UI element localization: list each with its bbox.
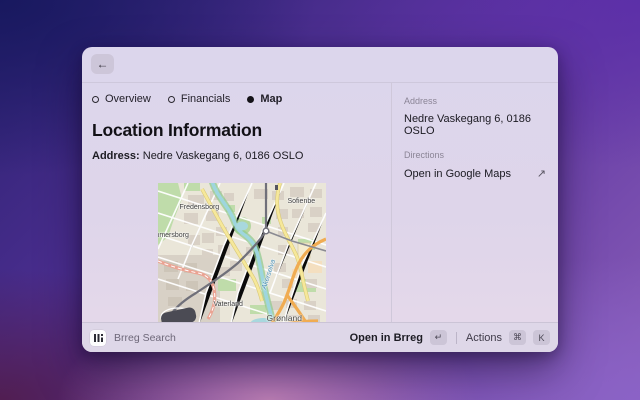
app-chip: Brreg Search bbox=[90, 330, 176, 346]
app-name: Brreg Search bbox=[114, 332, 176, 344]
tab-label: Financials bbox=[181, 93, 231, 105]
address-value: Nedre Vaskegang 6, 0186 OSLO bbox=[143, 150, 304, 162]
back-arrow-icon: ← bbox=[97, 57, 109, 71]
tab-financials[interactable]: Financials bbox=[168, 93, 231, 105]
tab-map[interactable]: Map bbox=[247, 93, 282, 105]
address-label: Address: bbox=[92, 150, 140, 162]
main-panel: Overview Financials Map Location Informa… bbox=[82, 83, 391, 322]
radio-unselected-icon bbox=[168, 96, 175, 103]
sidebar-directions-label: Directions bbox=[404, 150, 546, 160]
footer-actions: Open in Brreg ↵ Actions ⌘ K bbox=[350, 330, 550, 345]
map-label-hammersborg: mmersborg bbox=[158, 232, 189, 239]
map-image: Fredensborg mmersborg Sofienbe Vaterland… bbox=[158, 183, 326, 328]
actions-label: Actions bbox=[466, 332, 502, 344]
open-in-google-maps-link[interactable]: Open in Google Maps ↗ bbox=[404, 167, 546, 180]
primary-action-button[interactable]: Open in Brreg ↵ bbox=[350, 330, 447, 345]
brreg-app-icon bbox=[90, 330, 106, 346]
radio-selected-icon bbox=[247, 96, 254, 103]
metadata-sidebar: Address Nedre Vaskegang 6, 0186 OSLO Dir… bbox=[391, 83, 558, 322]
footer-separator bbox=[456, 332, 457, 344]
tab-overview[interactable]: Overview bbox=[92, 93, 151, 105]
tab-label: Map bbox=[260, 93, 282, 105]
open-in-google-maps-label: Open in Google Maps bbox=[404, 168, 511, 180]
radio-unselected-icon bbox=[92, 96, 99, 103]
back-button[interactable]: ← bbox=[91, 54, 114, 74]
command-key-icon: ⌘ bbox=[509, 330, 526, 345]
action-bar: Brreg Search Open in Brreg ↵ Actions ⌘ K bbox=[82, 322, 558, 352]
page-title: Location Information bbox=[92, 120, 391, 141]
map-label-fredensborg: Fredensborg bbox=[180, 204, 220, 211]
tab-bar: Overview Financials Map bbox=[92, 93, 391, 105]
app-window: ← Overview Financials Map Location Infor… bbox=[82, 47, 558, 352]
map-label-sofienberg: Sofienbe bbox=[288, 198, 316, 205]
enter-key-icon: ↵ bbox=[430, 330, 447, 345]
sidebar-address-value: Nedre Vaskegang 6, 0186 OSLO bbox=[404, 113, 546, 137]
map-label-vaterland: Vaterland bbox=[214, 301, 243, 308]
sidebar-address-label: Address bbox=[404, 96, 546, 106]
primary-action-label: Open in Brreg bbox=[350, 332, 423, 344]
address-line: Address: Nedre Vaskegang 6, 0186 OSLO bbox=[92, 150, 391, 162]
actions-menu-button[interactable]: Actions ⌘ K bbox=[466, 330, 550, 345]
window-content: Overview Financials Map Location Informa… bbox=[82, 83, 558, 322]
tab-label: Overview bbox=[105, 93, 151, 105]
window-header: ← bbox=[82, 47, 558, 83]
external-link-icon: ↗ bbox=[537, 167, 546, 180]
k-key-icon: K bbox=[533, 330, 550, 345]
